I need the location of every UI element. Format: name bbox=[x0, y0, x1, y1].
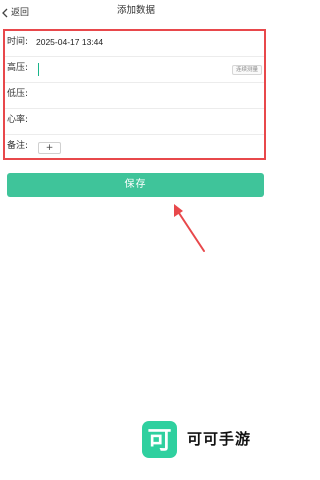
add-note-button[interactable]: + bbox=[38, 142, 61, 154]
save-button[interactable]: 保存 bbox=[7, 173, 264, 197]
data-form: 时间: 2025-04-17 13:44 高压: 连续测量 低压: 心率: 备注… bbox=[3, 29, 266, 160]
red-arrow-icon bbox=[174, 204, 205, 252]
time-value[interactable]: 2025-04-17 13:44 bbox=[36, 38, 103, 47]
diastolic-input[interactable] bbox=[35, 86, 235, 106]
systolic-input[interactable] bbox=[35, 60, 195, 80]
diastolic-row: 低压: bbox=[5, 83, 264, 109]
systolic-row: 高压: 连续测量 bbox=[5, 57, 264, 83]
page-title: 添加数据 bbox=[116, 5, 155, 16]
time-row[interactable]: 时间: 2025-04-17 13:44 bbox=[5, 31, 264, 57]
note-row: 备注: + bbox=[5, 135, 264, 158]
continuous-measure-button[interactable]: 连续测量 bbox=[231, 65, 262, 75]
page: 返回 添加数据 时间: 2025-04-17 13:44 高压: 连续测量 低压… bbox=[0, 0, 272, 480]
systolic-label: 高压: bbox=[7, 63, 29, 73]
logo-icon: 可 bbox=[142, 421, 177, 458]
heart-rate-row: 心率: bbox=[5, 109, 264, 135]
heart-rate-label: 心率: bbox=[7, 115, 29, 125]
brand-name: 可可手游 bbox=[187, 430, 252, 448]
heart-rate-input[interactable] bbox=[35, 112, 235, 132]
text-cursor bbox=[38, 63, 39, 76]
time-label: 时间: bbox=[7, 37, 29, 47]
note-label: 备注: bbox=[7, 141, 29, 151]
watermark: 可 可可手游 bbox=[142, 421, 251, 458]
header-bar: 返回 添加数据 bbox=[0, 0, 272, 26]
diastolic-label: 低压: bbox=[7, 89, 29, 99]
